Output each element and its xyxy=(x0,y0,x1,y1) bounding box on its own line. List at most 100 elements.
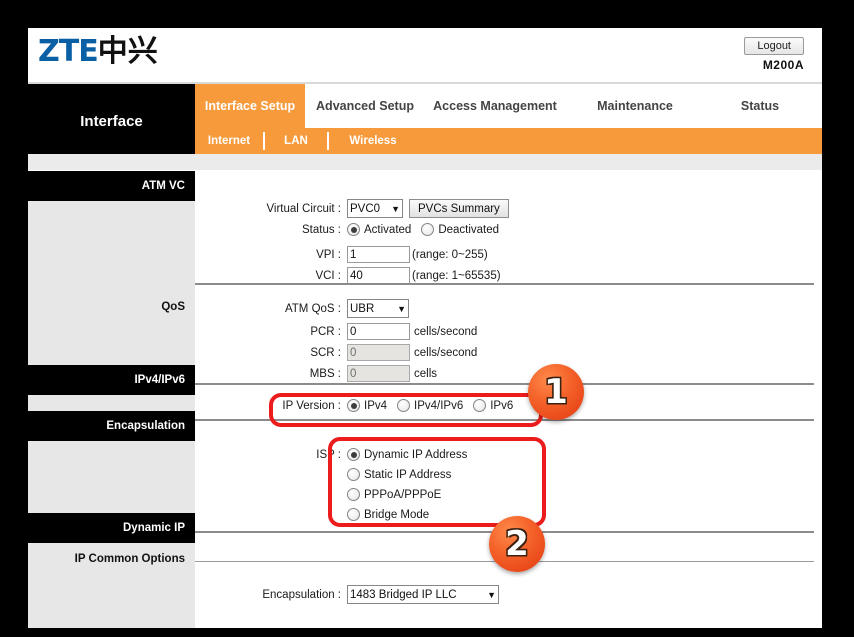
chevron-down-icon: ▼ xyxy=(397,303,406,314)
ip-version-ipv4-ipv6-label: IPv4/IPv6 xyxy=(414,399,464,412)
status-radio-activated[interactable]: Activated xyxy=(347,223,411,236)
status-deactivated-label: Deactivated xyxy=(438,223,500,236)
isp-radio-static-ip[interactable]: Static IP Address xyxy=(347,468,451,481)
ip-version-radio-ipv4-ipv6[interactable]: IPv4/IPv6 xyxy=(397,399,463,412)
mbs-row: MBS : cells xyxy=(195,365,437,382)
model-label: M200A xyxy=(762,58,804,72)
scr-input xyxy=(347,344,410,361)
radio-dot-icon xyxy=(397,399,411,412)
pvcs-summary-button[interactable]: PVCs Summary xyxy=(409,199,509,218)
sidebar-item-qos: QoS xyxy=(28,201,195,365)
ip-version-ipv6-label: IPv6 xyxy=(490,399,514,412)
isp-radio-bridge-mode[interactable]: Bridge Mode xyxy=(347,508,429,521)
chevron-down-icon: ▼ xyxy=(391,203,400,214)
sidebar-item-encapsulation-label: Encapsulation xyxy=(106,420,185,432)
radio-dot-icon xyxy=(347,399,360,412)
status-row: Status : Activated Deactivated xyxy=(195,223,509,236)
vci-input[interactable] xyxy=(347,267,410,284)
page-header: ZTE中兴 Logout M200A xyxy=(28,28,822,84)
isp-bridge-mode-label: Bridge Mode xyxy=(364,508,430,521)
sidebar-item-qos-label: QoS xyxy=(161,301,185,313)
tab-status-label: Status xyxy=(740,98,780,113)
tab-maintenance[interactable]: Maintenance xyxy=(565,84,705,128)
vpi-row: VPI : (range: 0~255) xyxy=(195,246,488,263)
sidebar-item-ipv4-ipv6: IPv4/IPv6 xyxy=(28,365,195,395)
encapsulation-select[interactable]: 1483 Bridged IP LLC ▼ xyxy=(347,585,499,604)
subtab-wireless-label: Wireless xyxy=(349,135,397,147)
subtab-internet-label: Internet xyxy=(207,135,251,147)
ip-version-radio-ipv4[interactable]: IPv4 xyxy=(347,399,387,412)
vpi-input[interactable] xyxy=(347,246,410,263)
tab-interface-setup-label: Interface Setup xyxy=(204,98,296,113)
subtab-wireless[interactable]: Wireless xyxy=(329,128,417,154)
tab-interface-setup[interactable]: Interface Setup xyxy=(195,84,305,128)
scr-label: SCR : xyxy=(310,346,341,359)
sidebar-item-dynamic-ip: Dynamic IP xyxy=(28,513,195,543)
vci-row: VCI : (range: 1~65535) xyxy=(195,267,501,284)
vpi-hint: (range: 0~255) xyxy=(412,248,488,261)
sidebar-gap-1 xyxy=(28,395,195,411)
isp-row-static: Static IP Address xyxy=(195,468,461,481)
main-tabs: Interface Setup Advanced Setup Access Ma… xyxy=(195,84,822,128)
status-radio-deactivated[interactable]: Deactivated xyxy=(421,223,499,236)
virtual-circuit-label: Virtual Circuit : xyxy=(266,202,341,215)
nav-spacer xyxy=(28,154,822,171)
atm-qos-label: ATM QoS : xyxy=(284,302,341,315)
atm-qos-row: ATM QoS : UBR ▼ xyxy=(195,299,409,318)
pcr-unit: cells/second xyxy=(414,325,478,338)
annotation-badge-2-label: 2 xyxy=(505,524,529,564)
pcr-input[interactable] xyxy=(347,323,410,340)
sidebar-item-atm-vc-label: ATM VC xyxy=(141,180,185,192)
subtab-lan-label: LAN xyxy=(284,135,308,147)
subtab-lan[interactable]: LAN xyxy=(265,128,327,154)
logo-text-zte: ZTE xyxy=(38,34,99,69)
atm-qos-select[interactable]: UBR ▼ xyxy=(347,299,409,318)
zte-logo: ZTE中兴 xyxy=(38,32,158,72)
logout-button[interactable]: Logout xyxy=(744,37,804,55)
isp-row-pppoe: PPPoA/PPPoE xyxy=(195,488,451,501)
encapsulation-value: 1483 Bridged IP LLC xyxy=(350,588,457,601)
tab-access-management[interactable]: Access Management xyxy=(425,84,565,128)
subtab-internet[interactable]: Internet xyxy=(195,128,263,154)
radio-dot-icon xyxy=(421,223,435,236)
tab-advanced-setup[interactable]: Advanced Setup xyxy=(305,84,425,128)
annotation-badge-1: 1 xyxy=(528,364,584,420)
virtual-circuit-select[interactable]: PVC0 ▼ xyxy=(347,199,403,218)
isp-radio-dynamic-ip[interactable]: Dynamic IP Address xyxy=(347,448,467,461)
radio-dot-icon xyxy=(347,223,360,236)
section-divider-encapsulation xyxy=(195,419,814,421)
logout-area: Logout M200A xyxy=(744,36,804,72)
encapsulation-row: Encapsulation : 1483 Bridged IP LLC ▼ xyxy=(195,585,499,604)
scr-row: SCR : cells/second xyxy=(195,344,477,361)
radio-dot-icon xyxy=(473,399,487,412)
sidebar-item-ip-common-options-label: IP Common Options xyxy=(74,552,185,565)
router-admin-page: ZTE中兴 Logout M200A Interface Interface S… xyxy=(28,28,822,628)
vpi-label: VPI : xyxy=(316,248,341,261)
encapsulation-label: Encapsulation : xyxy=(262,588,341,601)
navigation-bar: Interface Interface Setup Advanced Setup… xyxy=(28,84,822,154)
isp-label: ISP : xyxy=(316,448,341,461)
sidebar-gap-2 xyxy=(28,441,195,513)
tab-advanced-setup-label: Advanced Setup xyxy=(316,98,414,113)
section-panel-interface: Interface xyxy=(28,84,195,154)
virtual-circuit-value: PVC0 xyxy=(350,202,381,215)
pcr-row: PCR : cells/second xyxy=(195,323,477,340)
radio-dot-icon xyxy=(347,508,360,521)
isp-row-dynamic: ISP : Dynamic IP Address xyxy=(195,448,477,461)
isp-dynamic-ip-label: Dynamic IP Address xyxy=(364,448,468,461)
isp-radio-pppoa-pppoe[interactable]: PPPoA/PPPoE xyxy=(347,488,441,501)
tab-status[interactable]: Status xyxy=(705,84,815,128)
annotation-badge-1-label: 1 xyxy=(544,372,568,412)
ip-version-radio-ipv6[interactable]: IPv6 xyxy=(473,399,513,412)
sidebar-item-atm-vc: ATM VC xyxy=(28,171,195,201)
isp-row-bridge: Bridge Mode xyxy=(195,508,439,521)
virtual-circuit-row: Virtual Circuit : PVC0 ▼ PVCs Summary xyxy=(195,199,509,218)
isp-pppoa-pppoe-label: PPPoA/PPPoE xyxy=(364,488,442,501)
ip-version-ipv4-label: IPv4 xyxy=(364,399,388,412)
mbs-input xyxy=(347,365,410,382)
radio-dot-icon xyxy=(347,468,360,481)
chevron-down-icon: ▼ xyxy=(487,589,496,600)
sidebar-item-ip-common-options: IP Common Options xyxy=(28,543,195,628)
mbs-unit: cells xyxy=(414,367,438,380)
logo-text-chinese: 中兴 xyxy=(97,34,158,69)
